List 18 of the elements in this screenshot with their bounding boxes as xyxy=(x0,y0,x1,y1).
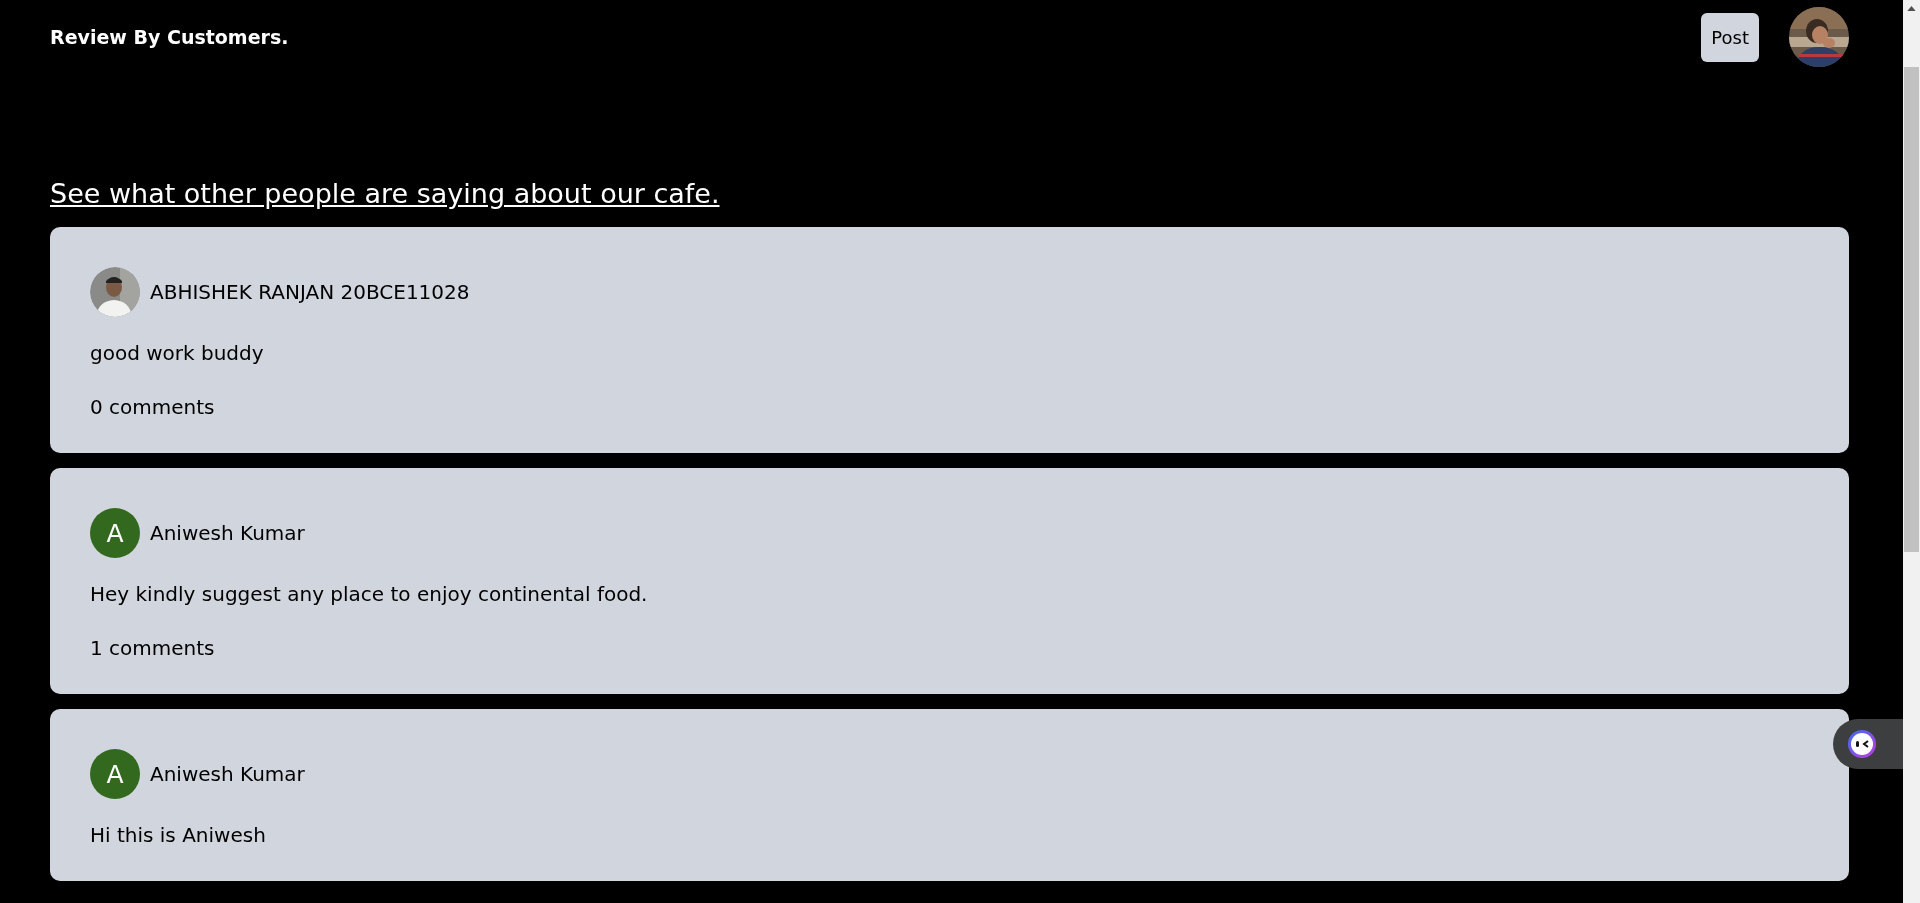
assistant-widget[interactable] xyxy=(1833,719,1903,769)
review-text: Hey kindly suggest any place to enjoy continental food. xyxy=(90,582,648,606)
comment-count[interactable]: 0 comments xyxy=(90,395,215,419)
scroll-up-icon[interactable] xyxy=(1907,6,1916,11)
scroll-thumb[interactable] xyxy=(1904,67,1919,552)
page-heading: See what other people are saying about our cafe. xyxy=(50,180,721,207)
site-title: Review By Customers. xyxy=(50,26,289,48)
author-name: Aniwesh Kumar xyxy=(150,762,305,786)
review-text: good work buddy xyxy=(90,341,264,365)
scrollbar[interactable] xyxy=(1903,0,1920,903)
face-icon xyxy=(1847,729,1877,759)
letter-avatar: A xyxy=(90,508,140,558)
comment-count[interactable]: 1 comments xyxy=(90,636,215,660)
author-name: ABHISHEK RANJAN 20BCE11028 xyxy=(150,280,470,304)
post-button[interactable]: Post xyxy=(1701,12,1759,62)
author-name: Aniwesh Kumar xyxy=(150,521,305,545)
review-text: Hi this is Aniwesh xyxy=(90,823,266,847)
letter-avatar: A xyxy=(90,749,140,799)
